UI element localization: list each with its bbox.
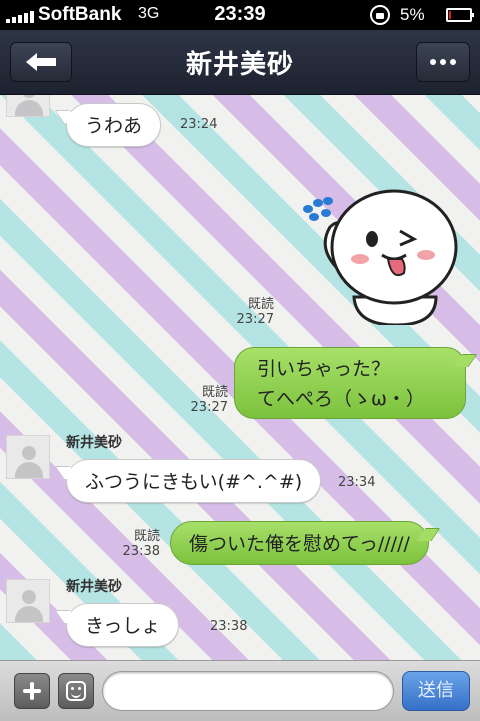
message-text: 傷ついた俺を慰めてっ///// bbox=[189, 533, 410, 555]
status-bar: SoftBank 3G 23:39 5% bbox=[0, 0, 480, 30]
message-input[interactable] bbox=[102, 671, 394, 711]
send-button[interactable]: 送信 bbox=[402, 671, 470, 711]
read-receipt: 既読 bbox=[201, 385, 228, 400]
chat-area[interactable]: うわあ 23:24 既読 23:27 既読 23:27 引いちゃった？ てへぺろ… bbox=[0, 95, 480, 660]
read-receipt: 既読 bbox=[133, 529, 160, 544]
message-time: 23:38 bbox=[122, 544, 160, 559]
message-time: 23:34 bbox=[338, 475, 376, 490]
message-time: 23:38 bbox=[210, 619, 248, 634]
message-text: うわあ bbox=[85, 115, 143, 137]
read-receipt: 既読 bbox=[247, 297, 274, 312]
sender-avatar[interactable] bbox=[6, 435, 50, 479]
message-time: 23:27 bbox=[190, 400, 228, 415]
more-dots-icon bbox=[430, 59, 436, 65]
sender-avatar[interactable] bbox=[6, 95, 50, 117]
message-text: ふつうにきもい(#^.^#) bbox=[85, 471, 303, 493]
message-bubble-outgoing[interactable]: 傷ついた俺を慰めてっ///// bbox=[170, 521, 429, 565]
more-menu-button[interactable] bbox=[416, 42, 470, 82]
orientation-lock-icon bbox=[370, 5, 390, 25]
nav-bar: 新井美砂 bbox=[0, 30, 480, 95]
message-text-line: 引いちゃった？ bbox=[257, 358, 391, 380]
emoji-button[interactable] bbox=[58, 673, 94, 709]
message-text-line: てへぺろ（ゝω・） bbox=[257, 388, 425, 410]
message-bubble-incoming[interactable]: きっしょ bbox=[66, 603, 180, 647]
sender-avatar[interactable] bbox=[6, 579, 50, 623]
message-text: きっしょ bbox=[85, 615, 161, 637]
message-bubble-outgoing[interactable]: 引いちゃった？ てへぺろ（ゝω・） bbox=[234, 347, 466, 419]
message-bubble-incoming[interactable]: うわあ bbox=[66, 103, 162, 147]
message-time: 23:24 bbox=[180, 117, 218, 132]
emoji-icon bbox=[66, 681, 86, 701]
input-bar: 送信 bbox=[0, 660, 480, 721]
message-meta: 既読 23:27 bbox=[180, 381, 228, 415]
message-meta: 既読 23:38 bbox=[112, 525, 160, 559]
sweat-drops-icon bbox=[303, 197, 333, 221]
sender-name: 新井美砂 bbox=[66, 579, 122, 595]
attach-plus-button[interactable] bbox=[14, 673, 50, 709]
chat-title: 新井美砂 bbox=[185, 50, 294, 80]
battery-percent: 5% bbox=[400, 5, 425, 24]
sender-name: 新井美砂 bbox=[66, 435, 122, 451]
message-meta: 既読 23:27 bbox=[226, 293, 274, 327]
message-bubble-incoming[interactable]: ふつうにきもい(#^.^#) bbox=[66, 459, 322, 503]
moon-sticker[interactable] bbox=[296, 177, 466, 325]
message-time: 23:27 bbox=[236, 312, 274, 327]
battery-icon bbox=[446, 8, 474, 22]
